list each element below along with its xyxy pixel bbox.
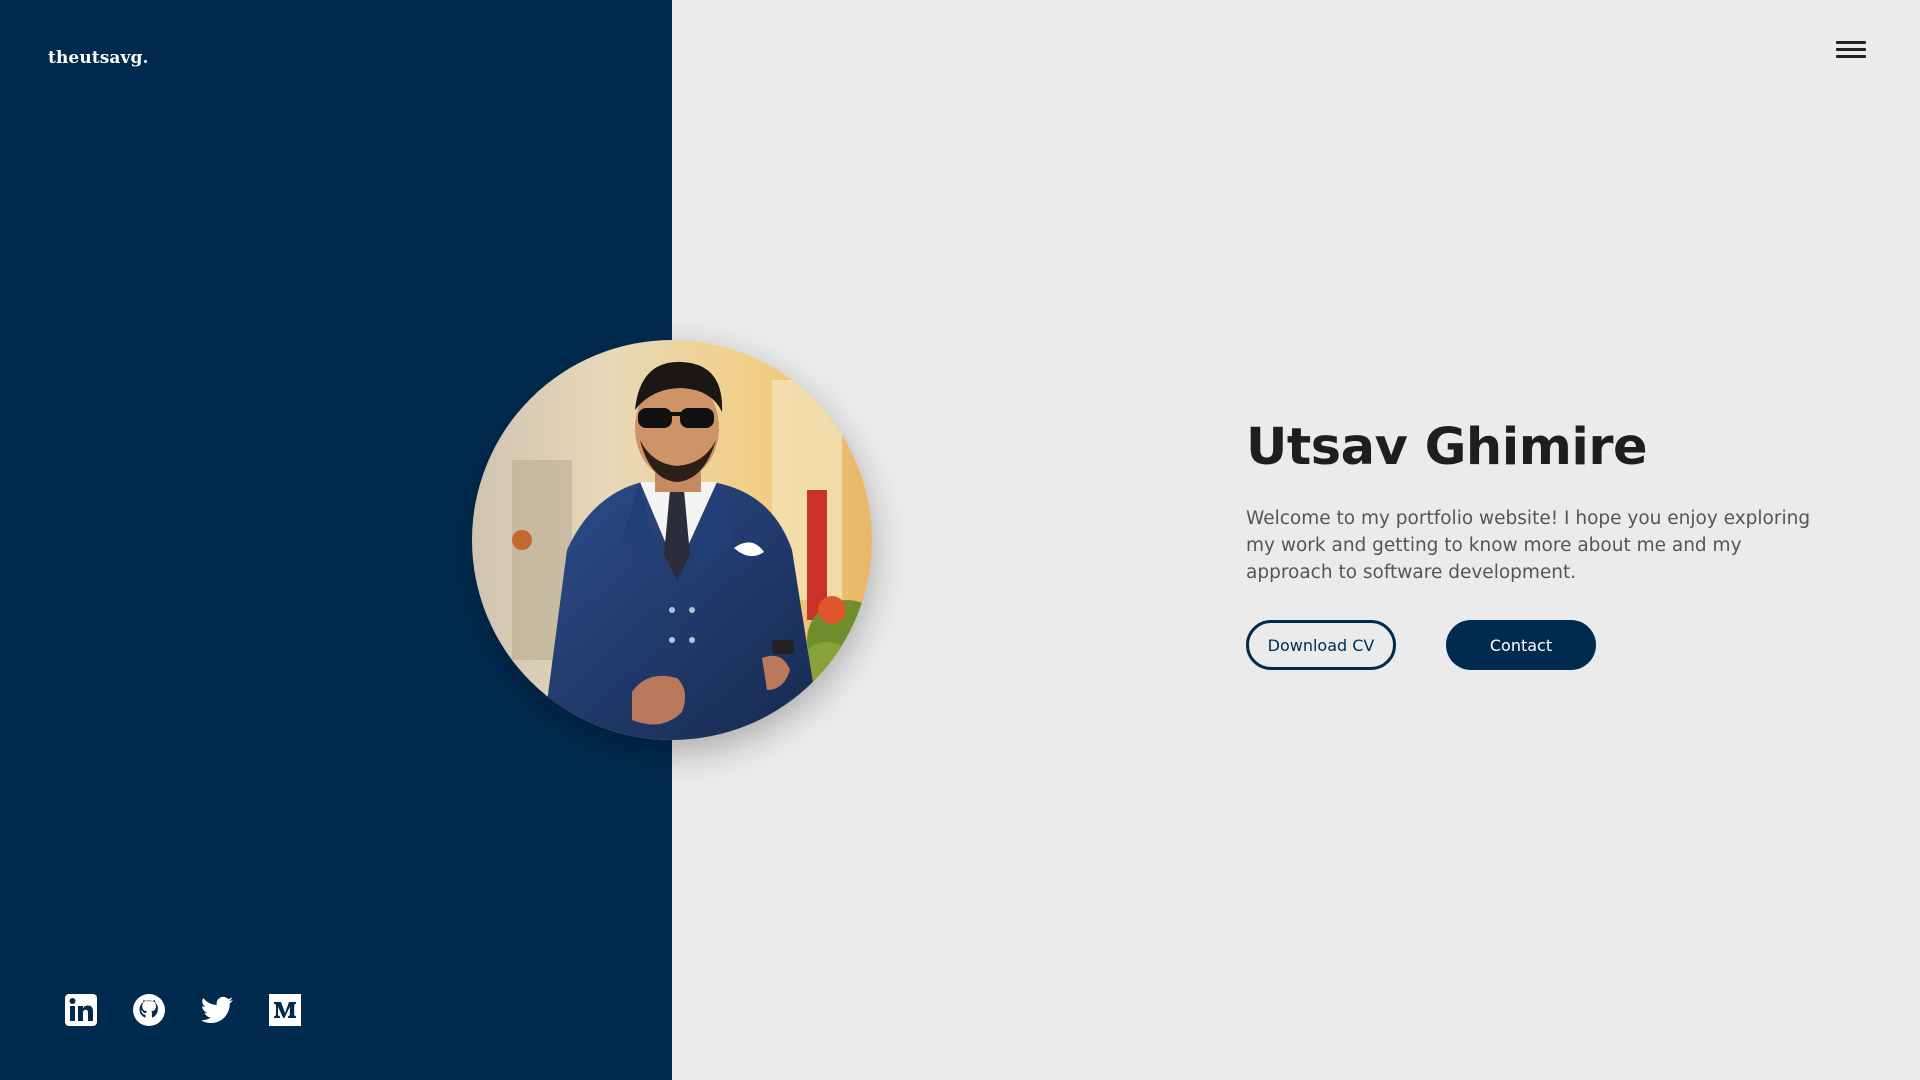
hero-name: Utsav Ghimire — [1246, 418, 1648, 477]
github-icon — [133, 994, 165, 1026]
contact-button[interactable]: Contact — [1446, 620, 1596, 670]
twitter-icon — [200, 996, 233, 1023]
github-link[interactable] — [132, 993, 166, 1027]
hamburger-menu-icon — [1836, 41, 1866, 44]
social-links — [64, 993, 302, 1027]
medium-link[interactable] — [268, 993, 302, 1027]
linkedin-icon — [65, 994, 97, 1026]
hamburger-menu-button[interactable] — [1834, 38, 1868, 62]
site-logo[interactable]: theutsavg. — [48, 48, 149, 68]
profile-photo — [472, 340, 872, 740]
linkedin-link[interactable] — [64, 993, 98, 1027]
twitter-link[interactable] — [200, 993, 234, 1027]
hamburger-menu-icon — [1836, 55, 1866, 58]
portfolio-page: theutsavg. Utsav Ghimire Welcome to my p… — [0, 0, 1920, 1080]
download-cv-button[interactable]: Download CV — [1246, 620, 1396, 670]
hero-intro: Welcome to my portfolio website! I hope … — [1246, 508, 1811, 583]
medium-icon — [269, 994, 301, 1026]
hamburger-menu-icon — [1836, 48, 1866, 51]
